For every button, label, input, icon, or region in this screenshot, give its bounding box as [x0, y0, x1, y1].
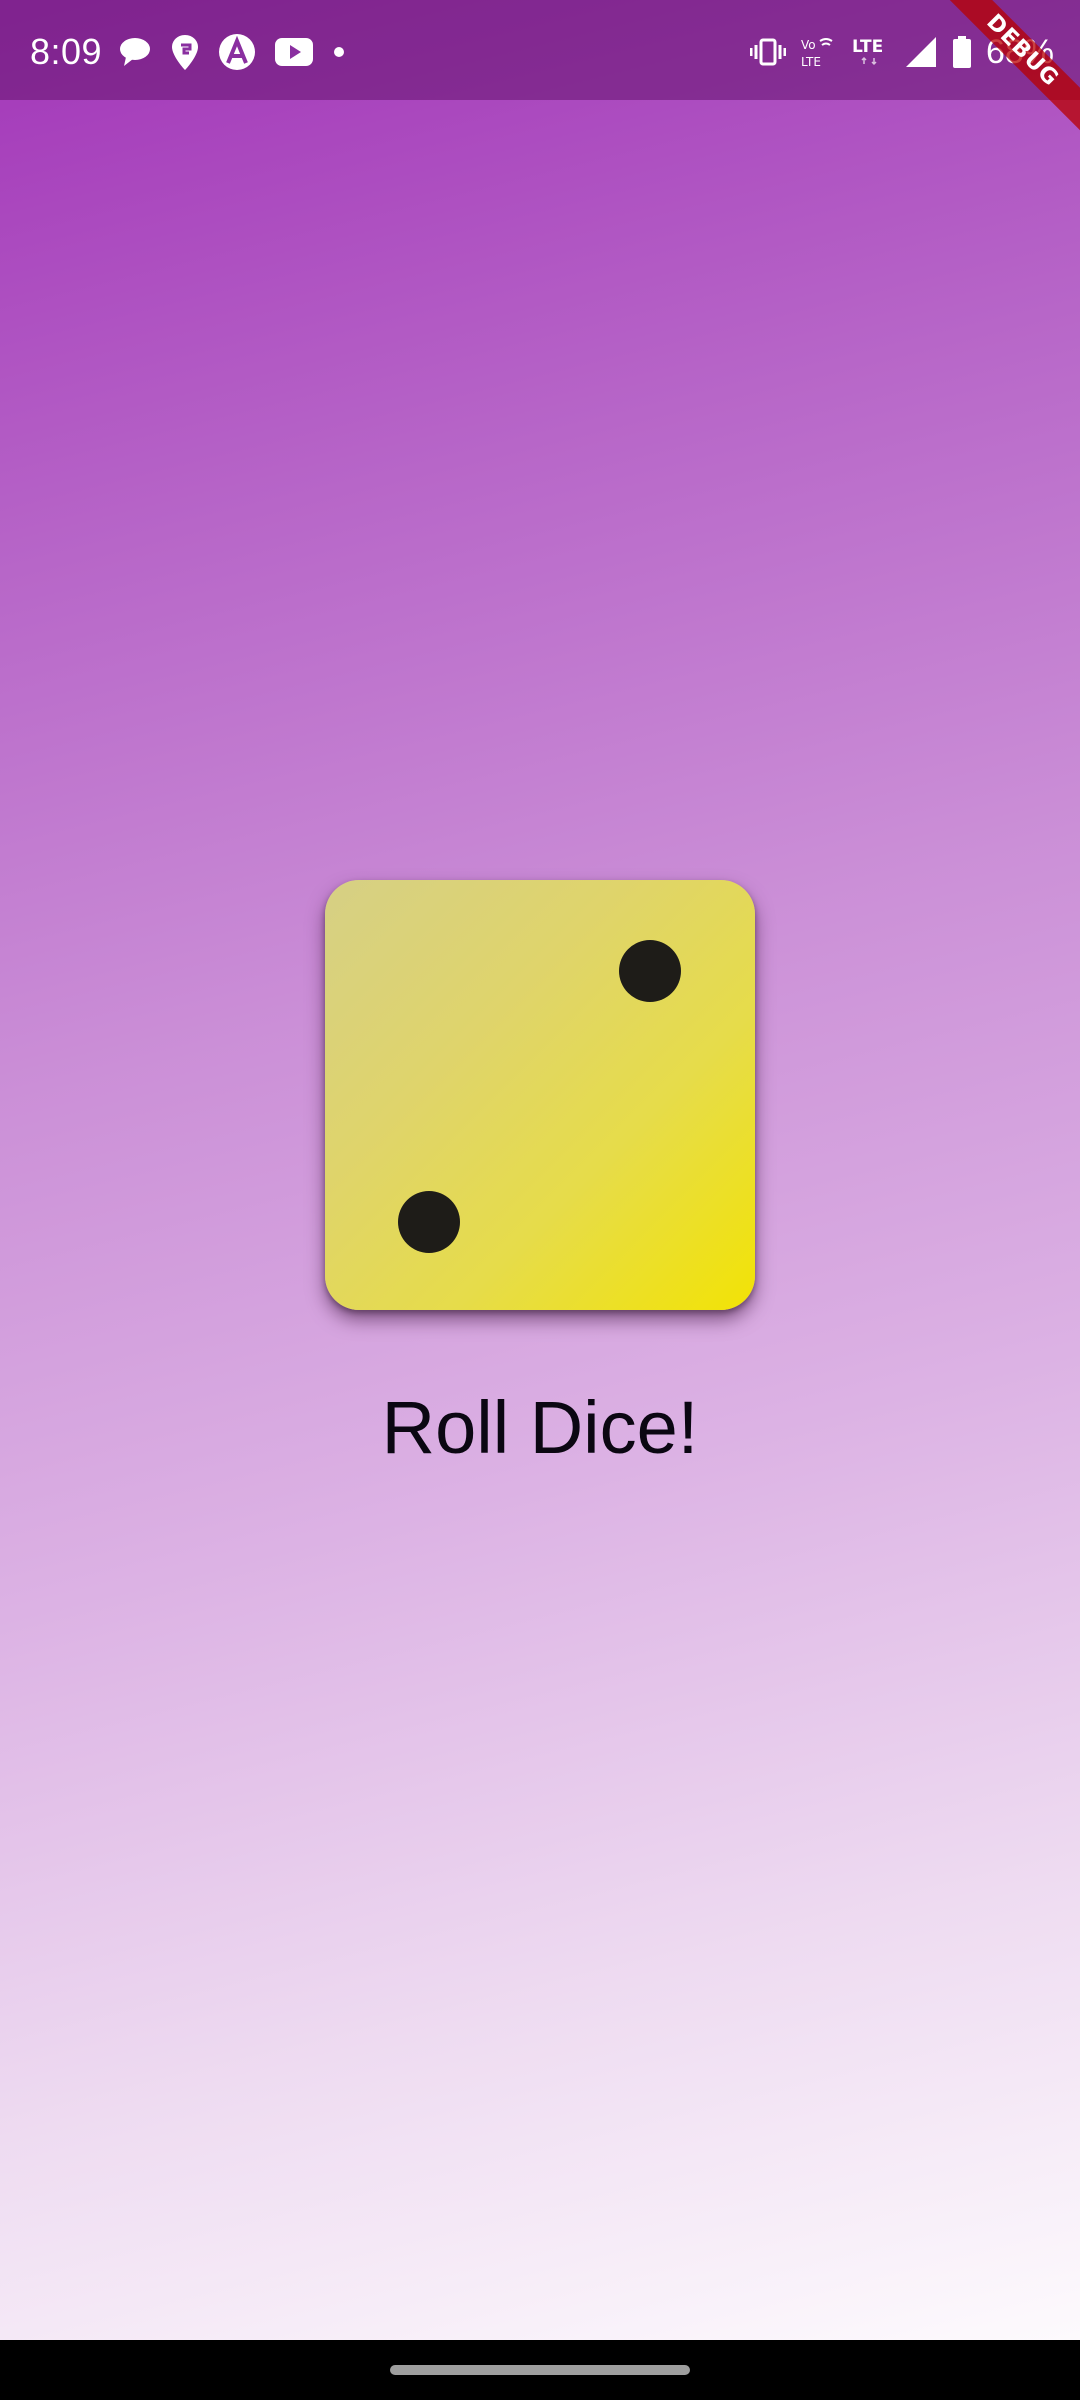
dice-pip [619, 940, 681, 1002]
battery-percent: 68% [985, 33, 1054, 71]
dice-pip [398, 1191, 460, 1253]
lte-icon: LTE [850, 34, 890, 70]
swiggy-icon [170, 33, 200, 71]
volte-icon: Vo LTE [800, 35, 836, 69]
signal-icon [904, 35, 938, 69]
status-bar: 8:09 Vo LTE LTE 68% [0, 0, 1080, 100]
system-icons: Vo LTE LTE 68% [749, 32, 1054, 72]
home-gesture-handle[interactable] [390, 2365, 690, 2375]
notification-icons [118, 32, 346, 72]
roll-dice-button[interactable]: Roll Dice! [0, 1380, 1080, 1476]
youtube-icon [274, 37, 314, 67]
svg-text:LTE: LTE [852, 37, 883, 57]
arattai-icon [218, 33, 256, 71]
svg-text:Vo: Vo [801, 38, 816, 52]
battery-icon [952, 35, 972, 69]
svg-text:LTE: LTE [801, 55, 821, 69]
dice-face-button[interactable] [325, 880, 755, 1310]
messages-icon [118, 35, 152, 69]
vibrate-icon [749, 37, 786, 67]
dot-icon [332, 45, 346, 59]
status-time: 8:09 [30, 31, 103, 72]
